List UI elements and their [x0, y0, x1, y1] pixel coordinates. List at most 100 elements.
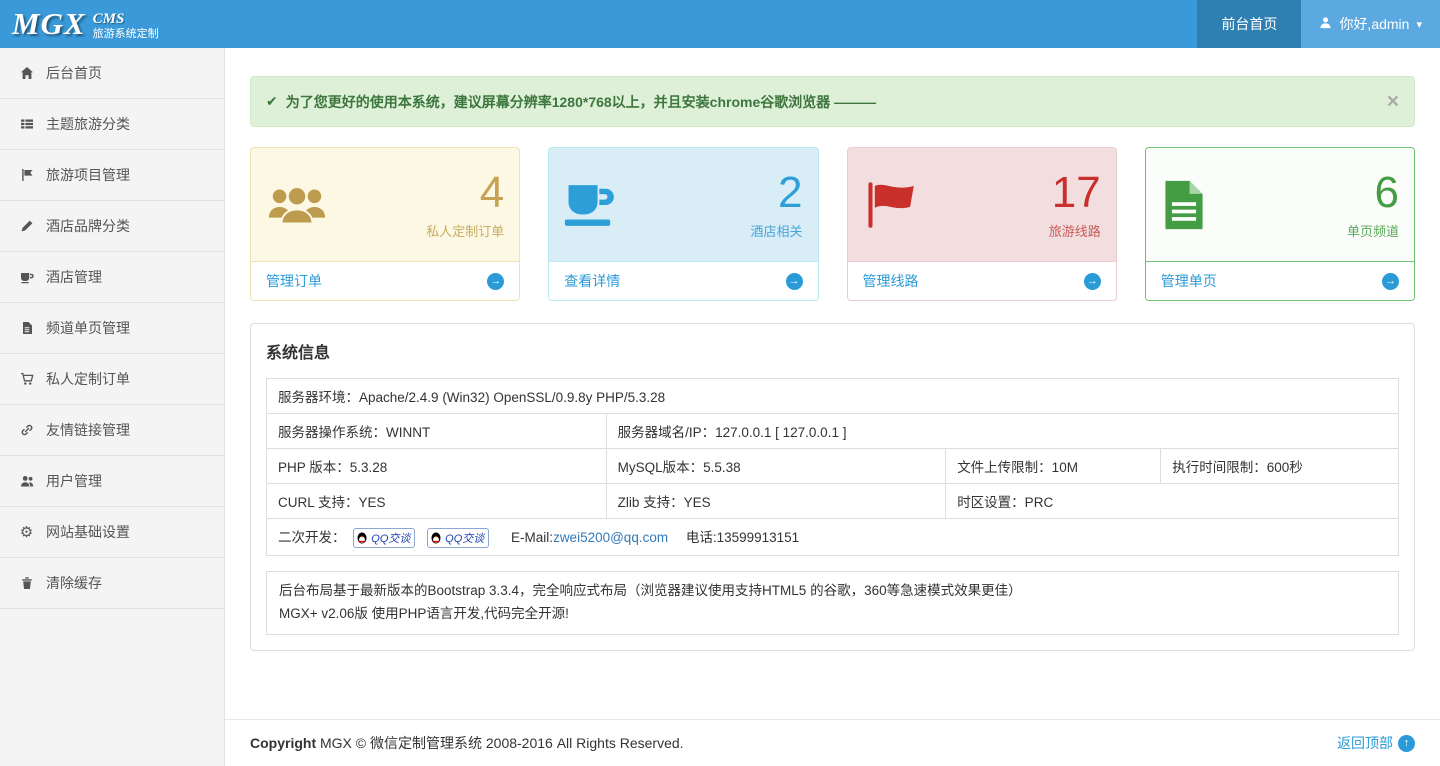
page-footer: Copyright MGX © 微信定制管理系统 2008-2016 All R… — [225, 719, 1440, 766]
card-body: 6 单页频道 — [1146, 148, 1414, 261]
table-row: PHP 版本：5.3.28 MySQL版本：5.5.38 文件上传限制：10M … — [267, 449, 1399, 484]
sidebar-item-clear-cache[interactable]: 清除缓存 — [0, 558, 224, 609]
file-icon — [18, 321, 35, 335]
sidebar-item-travel-projects[interactable]: 旅游项目管理 — [0, 150, 224, 201]
phone-label: 电话:13599913151 — [686, 530, 799, 545]
card-value: 17 — [1052, 169, 1101, 217]
card-action-label: 管理线路 — [863, 271, 919, 291]
exec-time-limit-cell: 执行时间限制：600秒 — [1161, 449, 1399, 484]
card-value: 4 — [480, 169, 504, 217]
topbar-spacer — [171, 0, 1198, 48]
sidebar-item-friend-links[interactable]: 友情链接管理 — [0, 405, 224, 456]
card-footer-link[interactable]: 查看详情 → — [549, 261, 817, 300]
card-body: 17 旅游线路 — [848, 148, 1116, 261]
flag-icon — [18, 168, 35, 182]
sidebar-item-label: 私人定制订单 — [46, 369, 130, 389]
dev-label: 二次开发： — [278, 530, 346, 545]
arrow-up-icon: ↑ — [1398, 735, 1415, 752]
upload-limit-cell: 文件上传限制：10M — [946, 449, 1161, 484]
php-version-cell: PHP 版本：5.3.28 — [267, 449, 607, 484]
main-content: ✔ 为了您更好的使用本系统，建议屏幕分辨率1280*768以上，并且安装chro… — [225, 48, 1440, 766]
sidebar-item-label: 主题旅游分类 — [46, 114, 130, 134]
sidebar-item-hotel-brands[interactable]: 酒店品牌分类 — [0, 201, 224, 252]
caret-down-icon: ▾ — [1416, 18, 1422, 31]
user-menu-button[interactable]: 你好,admin ▾ — [1301, 0, 1440, 48]
card-travel-routes: 17 旅游线路 管理线路 → — [847, 147, 1117, 301]
card-footer-link[interactable]: 管理订单 → — [251, 261, 519, 300]
qq-penguin-icon — [430, 532, 442, 544]
table-row: 二次开发： QQ交谈 QQ交谈 E-Mail:z — [267, 519, 1399, 556]
card-value: 2 — [778, 169, 802, 217]
back-to-top-link[interactable]: 返回顶部 ↑ — [1337, 733, 1415, 753]
table-row: 服务器操作系统：WINNT 服务器域名/IP：127.0.0.1 [ 127.0… — [267, 414, 1399, 449]
card-single-pages: 6 单页频道 管理单页 → — [1145, 147, 1415, 301]
logo-subtext: CMS 旅游系统定制 — [93, 7, 159, 41]
sidebar-item-label: 频道单页管理 — [46, 318, 130, 338]
mysql-version-cell: MySQL版本：5.5.38 — [606, 449, 946, 484]
file-text-icon — [1161, 179, 1233, 231]
card-hotel: 2 酒店相关 查看详情 → — [548, 147, 818, 301]
gear-icon: ⚙ — [18, 523, 35, 541]
note-line-2: MGX+ v2.06版 使用PHP语言开发,代码完全开源! — [279, 603, 1386, 626]
sidebar-item-label: 用户管理 — [46, 471, 102, 491]
qq-chat-badge[interactable]: QQ交谈 — [353, 528, 415, 548]
sidebar-item-custom-orders[interactable]: 私人定制订单 — [0, 354, 224, 405]
list-icon — [18, 117, 35, 131]
logo-tagline: 旅游系统定制 — [93, 28, 159, 41]
card-action-label: 管理单页 — [1161, 271, 1217, 291]
flag-icon — [863, 181, 935, 229]
card-label: 私人定制订单 — [426, 221, 504, 240]
link-icon — [18, 423, 35, 437]
sidebar-item-user-management[interactable]: 用户管理 — [0, 456, 224, 507]
email-label: E-Mail: — [511, 530, 553, 545]
timezone-cell: 时区设置：PRC — [946, 484, 1399, 519]
coffee-icon — [18, 270, 35, 284]
users-group-icon — [266, 181, 338, 229]
pencil-icon — [18, 219, 35, 233]
card-footer-link[interactable]: 管理线路 → — [848, 261, 1116, 300]
card-action-label: 查看详情 — [564, 271, 620, 291]
about-note: 后台布局基于最新版本的Bootstrap 3.3.4，完全响应式布局（浏览器建议… — [266, 571, 1399, 635]
sidebar-item-label: 网站基础设置 — [46, 522, 130, 542]
alert-message: 为了您更好的使用本系统，建议屏幕分辨率1280*768以上，并且安装chrome… — [286, 92, 876, 112]
table-row: CURL 支持：YES Zlib 支持：YES 时区设置：PRC — [267, 484, 1399, 519]
user-greeting-label: 你好,admin — [1339, 14, 1409, 34]
sidebar-item-dashboard[interactable]: 后台首页 — [0, 48, 224, 99]
arrow-right-icon: → — [1084, 273, 1101, 290]
system-info-panel: 系统信息 服务器环境：Apache/2.4.9 (Win32) OpenSSL/… — [250, 323, 1415, 651]
arrow-right-icon: → — [487, 273, 504, 290]
server-env-cell: 服务器环境：Apache/2.4.9 (Win32) OpenSSL/0.9.8… — [267, 379, 1399, 414]
card-label: 旅游线路 — [1049, 221, 1101, 240]
trash-icon — [18, 576, 35, 590]
sidebar-item-channel-pages[interactable]: 频道单页管理 — [0, 303, 224, 354]
sidebar-item-label: 酒店品牌分类 — [46, 216, 130, 236]
sidebar-item-label: 旅游项目管理 — [46, 165, 130, 185]
sidebar: 后台首页 主题旅游分类 旅游项目管理 酒店品牌分类 酒店管理 频道单页管理 — [0, 48, 225, 766]
close-icon[interactable]: × — [1387, 91, 1399, 112]
qq-badge-label: QQ交谈 — [371, 530, 410, 546]
coffee-cup-icon — [564, 180, 636, 230]
sidebar-item-travel-categories[interactable]: 主题旅游分类 — [0, 99, 224, 150]
check-icon: ✔ — [266, 93, 278, 110]
cart-icon — [18, 372, 35, 386]
sidebar-item-label: 酒店管理 — [46, 267, 102, 287]
sidebar-item-site-settings[interactable]: ⚙ 网站基础设置 — [0, 507, 224, 558]
card-value: 6 — [1375, 169, 1399, 217]
frontend-home-label: 前台首页 — [1221, 14, 1277, 34]
zlib-support-cell: Zlib 支持：YES — [606, 484, 946, 519]
sidebar-item-hotel-management[interactable]: 酒店管理 — [0, 252, 224, 303]
note-line-1: 后台布局基于最新版本的Bootstrap 3.3.4，完全响应式布局（浏览器建议… — [279, 580, 1386, 603]
server-os-cell: 服务器操作系统：WINNT — [267, 414, 607, 449]
qq-chat-badge[interactable]: QQ交谈 — [427, 528, 489, 548]
card-footer-link[interactable]: 管理单页 → — [1146, 261, 1414, 300]
success-alert: ✔ 为了您更好的使用本系统，建议屏幕分辨率1280*768以上，并且安装chro… — [250, 76, 1415, 127]
arrow-right-icon: → — [786, 273, 803, 290]
frontend-home-button[interactable]: 前台首页 — [1197, 0, 1301, 48]
email-link[interactable]: zwei5200@qq.com — [553, 530, 668, 545]
card-body: 4 私人定制订单 — [251, 148, 519, 261]
card-label: 酒店相关 — [750, 221, 802, 240]
server-ip-cell: 服务器域名/IP：127.0.0.1 [ 127.0.0.1 ] — [606, 414, 1398, 449]
sidebar-item-label: 后台首页 — [46, 63, 102, 83]
table-row: 服务器环境：Apache/2.4.9 (Win32) OpenSSL/0.9.8… — [267, 379, 1399, 414]
brand-logo[interactable]: MGX CMS 旅游系统定制 — [0, 0, 171, 48]
